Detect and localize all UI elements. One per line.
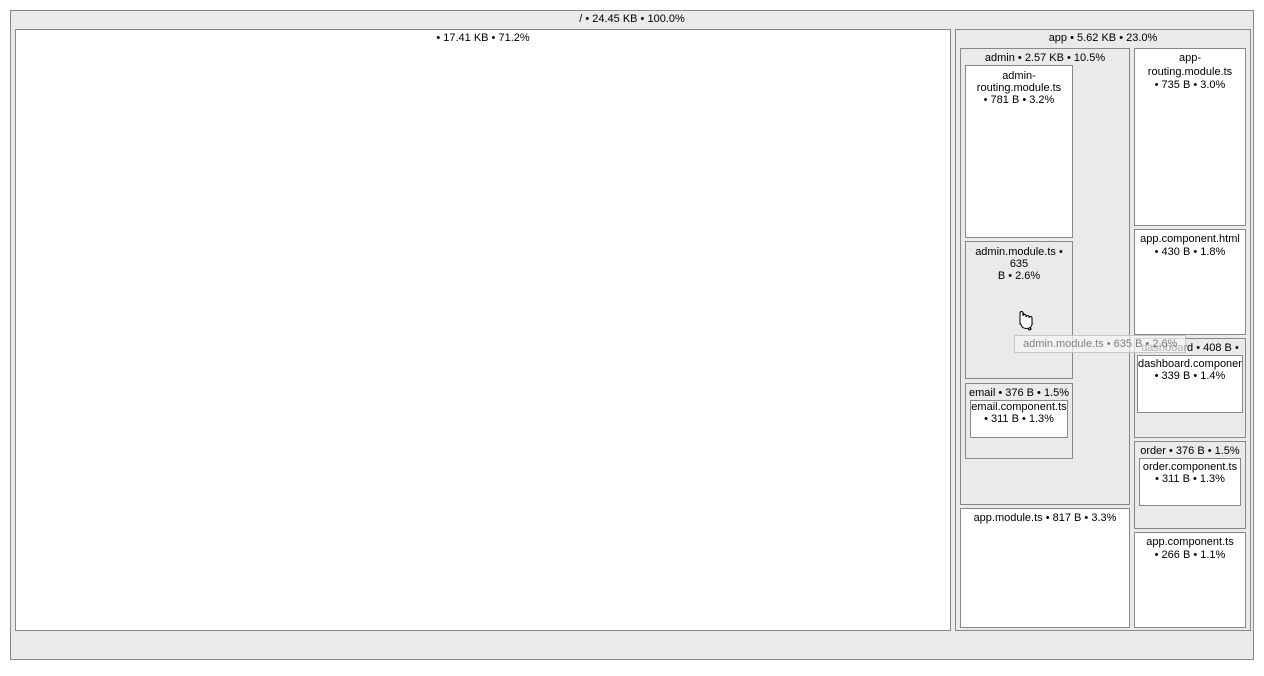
email-label: email • 376 B • 1.5% xyxy=(966,384,1072,400)
app-col-right: app-routing.module.ts • 735 B • 3.0% app… xyxy=(1134,48,1246,626)
treemap-node-app-routing[interactable]: app-routing.module.ts • 735 B • 3.0% xyxy=(1134,48,1246,226)
root-header: / • 24.45 KB • 100.0% xyxy=(11,11,1253,27)
order-inner-l2: • 311 B • 1.3% xyxy=(1140,473,1240,485)
app-col-left: admin • 2.57 KB • 10.5% admin- routing.m… xyxy=(960,48,1130,626)
admin-routing-l3: • 781 B • 3.2% xyxy=(966,94,1072,106)
admin-module-l1: admin.module.ts • 635 xyxy=(966,242,1072,270)
appcomphtml-l1: app.component.html xyxy=(1135,230,1245,246)
treemap-node-app-module[interactable]: app.module.ts • 817 B • 3.3% xyxy=(960,508,1130,628)
appcompts-l1: app.component.ts xyxy=(1135,533,1245,549)
approuting-l1: app-routing.module.ts xyxy=(1135,49,1245,79)
admin-routing-l1: admin- xyxy=(966,66,1072,82)
dashboard-label: dashboard • 408 B • xyxy=(1135,339,1245,355)
appcompts-l2: • 266 B • 1.1% xyxy=(1135,549,1245,561)
treemap-node-dashboard-component[interactable]: dashboard.component • 339 B • 1.4% xyxy=(1137,355,1243,413)
order-label: order • 376 B • 1.5% xyxy=(1135,442,1245,458)
treemap-node-app-component-html[interactable]: app.component.html • 430 B • 1.8% xyxy=(1134,229,1246,335)
treemap-node-dashboard[interactable]: dashboard • 408 B • dashboard.component … xyxy=(1134,338,1246,438)
treemap-node-admin-module[interactable]: admin.module.ts • 635 B • 2.6% xyxy=(965,241,1073,379)
treemap-node-admin[interactable]: admin • 2.57 KB • 10.5% admin- routing.m… xyxy=(960,48,1130,505)
treemap-root[interactable]: / • 24.45 KB • 100.0% • 17.41 KB • 71.2%… xyxy=(10,10,1254,660)
appmodule-label: app.module.ts • 817 B • 3.3% xyxy=(961,509,1129,525)
treemap-node-app-component-ts[interactable]: app.component.ts • 266 B • 1.1% xyxy=(1134,532,1246,628)
admin-routing-l2: routing.module.ts xyxy=(966,82,1072,94)
email-inner-l2: • 311 B • 1.3% xyxy=(971,413,1067,425)
order-inner-l1: order.component.ts xyxy=(1140,461,1240,473)
admin-module-l2: B • 2.6% xyxy=(966,270,1072,282)
admin-label: admin • 2.57 KB • 10.5% xyxy=(961,49,1129,65)
treemap-node-blank[interactable]: • 17.41 KB • 71.2% xyxy=(15,29,951,631)
root-body: • 17.41 KB • 71.2% app • 5.62 KB • 23.0%… xyxy=(15,29,1249,639)
appcomphtml-l2: • 430 B • 1.8% xyxy=(1135,246,1245,258)
dashboard-inner-l1: dashboard.component xyxy=(1138,358,1242,370)
admin-body: admin- routing.module.ts • 781 B • 3.2% … xyxy=(961,65,1077,500)
treemap-node-order-component[interactable]: order.component.ts • 311 B • 1.3% xyxy=(1139,458,1241,506)
treemap-node-admin-routing[interactable]: admin- routing.module.ts • 781 B • 3.2% xyxy=(965,65,1073,238)
app-body: admin • 2.57 KB • 10.5% admin- routing.m… xyxy=(960,48,1246,626)
treemap-node-order[interactable]: order • 376 B • 1.5% order.component.ts … xyxy=(1134,441,1246,529)
app-label: app • 5.62 KB • 23.0% xyxy=(956,30,1250,46)
blank-label: • 17.41 KB • 71.2% xyxy=(16,30,950,46)
treemap-node-app[interactable]: app • 5.62 KB • 23.0% admin • 2.57 KB • … xyxy=(955,29,1251,631)
treemap-node-email[interactable]: email • 376 B • 1.5% email.component.ts … xyxy=(965,383,1073,459)
approuting-l2: • 735 B • 3.0% xyxy=(1135,79,1245,91)
treemap-node-email-component[interactable]: email.component.ts • 311 B • 1.3% xyxy=(970,400,1068,438)
dashboard-inner-l2: • 339 B • 1.4% xyxy=(1138,370,1242,382)
email-inner-l1: email.component.ts xyxy=(971,401,1067,413)
